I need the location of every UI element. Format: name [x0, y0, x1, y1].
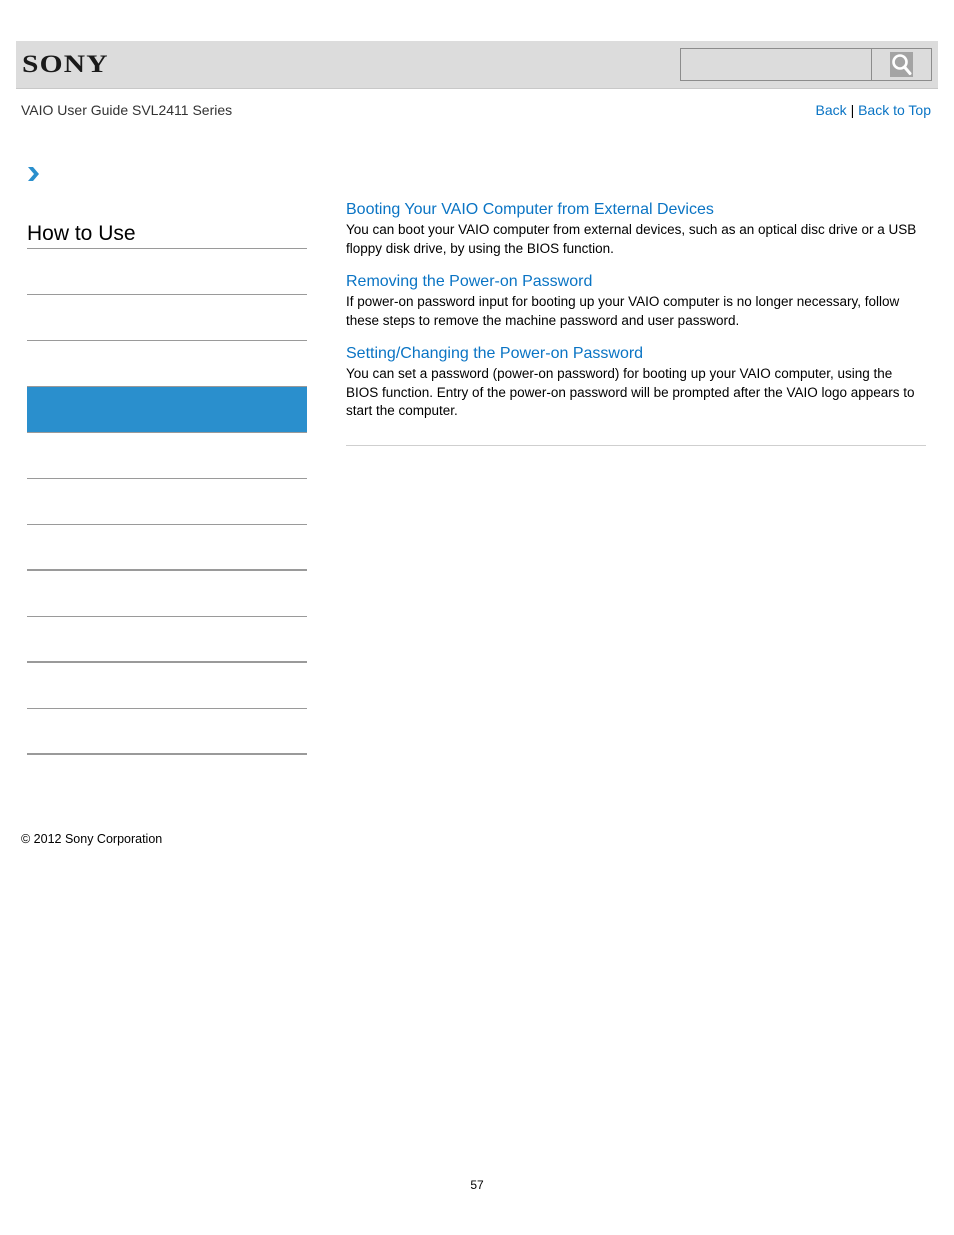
top-links: Back | Back to Top: [816, 102, 931, 118]
topic-description: You can set a password (power-on passwor…: [346, 366, 915, 418]
topic-description: If power-on password input for booting u…: [346, 294, 900, 328]
sony-logo: SONY: [22, 51, 109, 78]
topic-entry: Removing the Power-on Password If power-…: [346, 272, 926, 330]
page-number: 57: [470, 1178, 484, 1192]
topic-link-booting-external[interactable]: Booting Your VAIO Computer from External…: [346, 200, 926, 220]
guide-title: VAIO User Guide SVL2411 Series: [21, 102, 233, 118]
search-input[interactable]: [680, 48, 872, 81]
sidebar-item-11[interactable]: [27, 709, 307, 755]
main-content: Booting Your VAIO Computer from External…: [346, 200, 926, 435]
back-to-top-link[interactable]: Back to Top: [858, 102, 931, 118]
magnifier-icon: [890, 52, 913, 77]
sidebar-item-4-active[interactable]: [27, 387, 307, 433]
content-divider: [346, 445, 926, 446]
topic-link-setting-password[interactable]: Setting/Changing the Power-on Password: [346, 344, 926, 364]
sidebar-item-6[interactable]: [27, 479, 307, 525]
topic-entry: Booting Your VAIO Computer from External…: [346, 200, 926, 258]
header-bar: SONY: [16, 41, 938, 89]
sidebar-item-10[interactable]: [27, 663, 307, 709]
sidebar-item-9[interactable]: [27, 617, 307, 663]
sidebar-item-7[interactable]: [27, 525, 307, 571]
sidebar-item-2[interactable]: [27, 295, 307, 341]
sidebar-item-1[interactable]: [27, 249, 307, 295]
sidebar-item-5[interactable]: [27, 433, 307, 479]
back-link[interactable]: Back: [816, 102, 847, 118]
sidebar-nav: How to Use: [27, 216, 307, 755]
sidebar-title: How to Use: [27, 216, 307, 249]
sidebar-item-8[interactable]: [27, 571, 307, 617]
topic-link-removing-password[interactable]: Removing the Power-on Password: [346, 272, 926, 292]
chevron-right-icon[interactable]: [27, 166, 41, 182]
copyright: © 2012 Sony Corporation: [21, 832, 163, 846]
link-separator: |: [850, 102, 855, 118]
search-button[interactable]: [871, 48, 932, 81]
topic-entry: Setting/Changing the Power-on Password Y…: [346, 344, 926, 421]
sidebar-item-3[interactable]: [27, 341, 307, 387]
topic-description: You can boot your VAIO computer from ext…: [346, 222, 917, 256]
